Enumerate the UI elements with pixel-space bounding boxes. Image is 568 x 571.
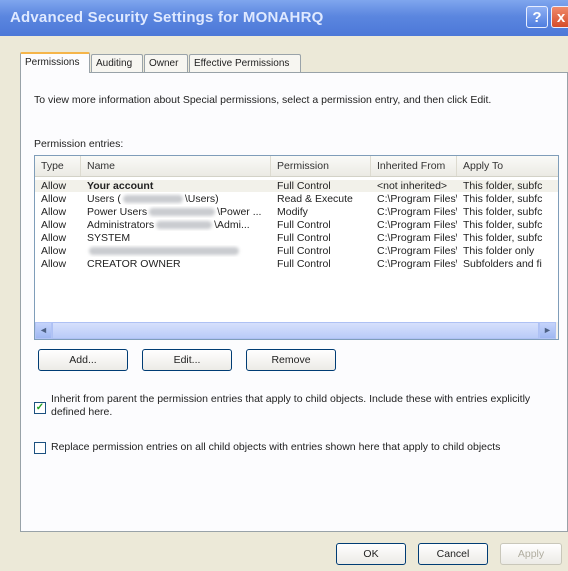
- inherit-label-line2: defined here.: [51, 406, 113, 418]
- cell-permission: Read & Execute: [277, 193, 353, 205]
- ok-button[interactable]: OK: [336, 543, 406, 565]
- cell-type: Allow: [41, 258, 67, 270]
- cell-permission: Full Control: [277, 180, 331, 192]
- cell-apply-to: This folder, subfc: [463, 232, 543, 244]
- security-settings-window: Advanced Security Settings for MONAHRQ ?…: [0, 0, 568, 571]
- redacted-name: [89, 247, 239, 256]
- close-button[interactable]: x: [551, 6, 568, 28]
- tab-effective-permissions[interactable]: Effective Permissions: [189, 54, 301, 72]
- cell-apply-to: This folder, subfc: [463, 180, 543, 192]
- table-row[interactable]: Allow CREATOR OWNER Full Control C:\Prog…: [35, 258, 558, 270]
- table-row[interactable]: Allow Users ( \Users) Read & Execute C:\P…: [35, 193, 558, 205]
- cell-type: Allow: [41, 193, 67, 205]
- cell-apply-to: This folder, subfc: [463, 206, 543, 218]
- inherit-checkbox[interactable]: ✓: [34, 402, 46, 414]
- cell-permission: Full Control: [277, 232, 331, 244]
- scroll-left-icon[interactable]: ◄: [35, 322, 52, 339]
- column-header-inherited-from[interactable]: Inherited From: [371, 156, 457, 176]
- description-text: To view more information about Special p…: [34, 94, 492, 106]
- cancel-button[interactable]: Cancel: [418, 543, 488, 565]
- add-button[interactable]: Add...: [38, 349, 128, 371]
- cell-type: Allow: [41, 206, 67, 218]
- cell-name: SYSTEM: [87, 232, 131, 244]
- cell-permission: Full Control: [277, 258, 331, 270]
- inherit-permissions-option[interactable]: ✓ Inherit from parent the permission ent…: [34, 393, 554, 423]
- tab-permissions[interactable]: Permissions: [20, 52, 90, 73]
- replace-checkbox[interactable]: [34, 442, 46, 454]
- name-text: Administrators: [87, 219, 155, 231]
- cell-inherited-from: C:\Program Files\: [377, 219, 457, 231]
- table-row[interactable]: Allow Your account Full Control <not inh…: [35, 180, 558, 192]
- tab-owner[interactable]: Owner: [144, 54, 188, 72]
- horizontal-scrollbar[interactable]: ◄ ►: [35, 322, 558, 339]
- redacted-name: [149, 208, 216, 217]
- cell-inherited-from: C:\Program Files\: [377, 193, 457, 205]
- column-header-permission[interactable]: Permission: [271, 156, 371, 176]
- tab-auditing[interactable]: Auditing: [91, 54, 143, 72]
- name-text: Users (: [87, 193, 121, 205]
- cell-name: Users ( \Users): [81, 193, 271, 205]
- edit-button[interactable]: Edit...: [142, 349, 232, 371]
- scroll-right-icon[interactable]: ►: [539, 322, 556, 339]
- remove-button[interactable]: Remove: [246, 349, 336, 371]
- redacted-name: [156, 221, 213, 230]
- cell-apply-to: This folder, subfc: [463, 193, 543, 205]
- replace-checkbox-label: Replace permission entries on all child …: [51, 441, 501, 453]
- table-row[interactable]: Allow Full Control C:\Program Files\ Thi…: [35, 245, 558, 257]
- cell-name: [81, 245, 271, 257]
- replace-permissions-option[interactable]: Replace permission entries on all child …: [34, 441, 554, 455]
- inherit-checkbox-label: Inherit from parent the permission entri…: [51, 393, 530, 419]
- column-header-name[interactable]: Name: [81, 156, 271, 176]
- cell-type: Allow: [41, 219, 67, 231]
- cell-type: Allow: [41, 232, 67, 244]
- cell-inherited-from: C:\Program Files\: [377, 245, 457, 257]
- table-row[interactable]: Allow Power Users \Power ... Modify C:\Pr…: [35, 206, 558, 218]
- cell-type: Allow: [41, 180, 67, 192]
- cell-apply-to: This folder, subfc: [463, 219, 543, 231]
- table-row[interactable]: Allow SYSTEM Full Control C:\Program Fil…: [35, 232, 558, 244]
- name-suffix: \Users): [184, 193, 219, 205]
- name-suffix: \Power ...: [217, 206, 262, 218]
- name-suffix: \Admi...: [214, 219, 250, 231]
- cell-inherited-from: C:\Program Files\: [377, 232, 457, 244]
- cell-inherited-from: C:\Program Files\: [377, 258, 457, 270]
- cell-type: Allow: [41, 245, 67, 257]
- permission-entries-list[interactable]: Type Name Permission Inherited From Appl…: [34, 155, 559, 340]
- inherit-label-line1: Inherit from parent the permission entri…: [51, 393, 531, 405]
- permission-entries-label: Permission entries:: [34, 138, 124, 150]
- cell-name: CREATOR OWNER: [87, 258, 181, 270]
- cell-name: Your account: [87, 180, 154, 192]
- cell-name: Administrators \Admi...: [81, 219, 271, 231]
- scrollbar-thumb[interactable]: [52, 322, 539, 339]
- cell-apply-to: This folder only: [463, 245, 535, 257]
- cell-permission: Modify: [277, 206, 308, 218]
- redacted-name: [122, 195, 183, 204]
- cell-permission: Full Control: [277, 245, 331, 257]
- title-bar[interactable]: Advanced Security Settings for MONAHRQ ?…: [0, 0, 568, 36]
- table-row[interactable]: Allow Administrators \Admi... Full Contro…: [35, 219, 558, 231]
- cell-permission: Full Control: [277, 219, 331, 231]
- column-header-type[interactable]: Type: [35, 156, 81, 176]
- cell-inherited-from: C:\Program Files\: [377, 206, 457, 218]
- list-header: Type Name Permission Inherited From Appl…: [35, 156, 558, 177]
- cell-inherited-from: <not inherited>: [377, 180, 448, 192]
- apply-button[interactable]: Apply: [500, 543, 562, 565]
- help-button[interactable]: ?: [526, 6, 548, 28]
- cell-apply-to: Subfolders and fi: [463, 258, 542, 270]
- name-text: Power Users: [87, 206, 148, 218]
- cell-name: Power Users \Power ...: [81, 206, 271, 218]
- window-title: Advanced Security Settings for MONAHRQ: [10, 9, 324, 26]
- column-header-apply-to[interactable]: Apply To: [457, 156, 558, 176]
